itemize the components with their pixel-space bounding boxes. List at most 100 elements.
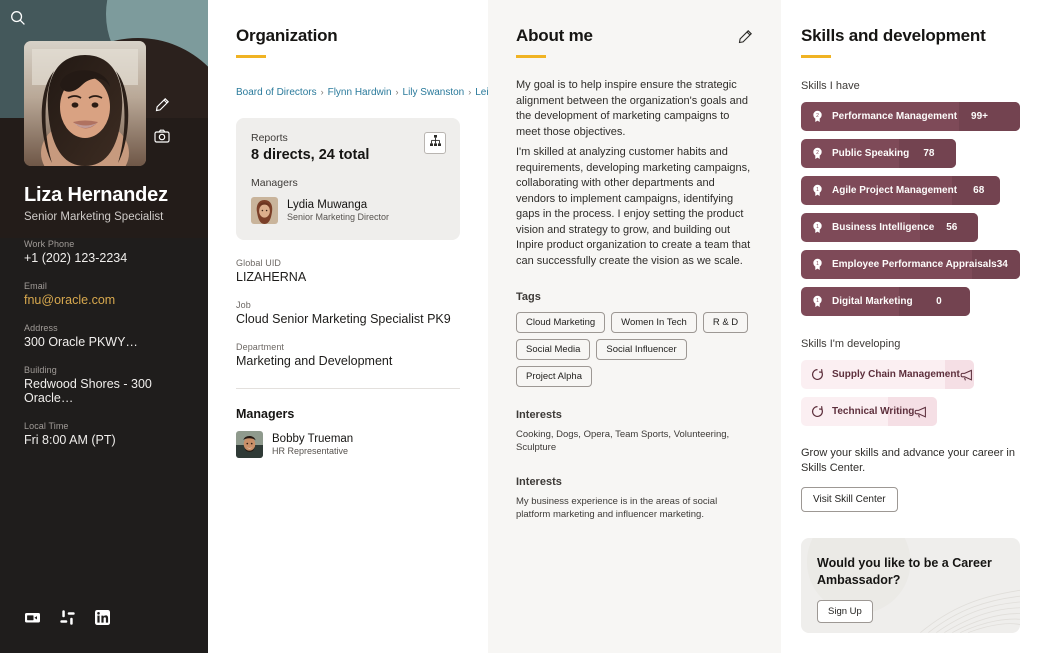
svg-text:1: 1 [816,187,819,193]
tags-label: Tags [516,291,541,303]
skill-count: 68 [973,185,985,196]
tag-list: Cloud Marketing Women In Tech R & D Soci… [516,312,753,387]
svg-text:1: 1 [816,261,819,267]
about-paragraph: I'm skilled at analyzing customer habits… [516,146,751,267]
breadcrumb-item[interactable]: Leisley Muskafa [475,87,488,98]
camera-icon[interactable] [154,128,172,146]
tag[interactable]: Cloud Marketing [516,312,606,333]
about-paragraph: My goal is to help inspire ensure the st… [516,79,749,138]
skill-name: Digital Marketing [832,296,913,307]
developing-skill-name: Supply Chain Management [832,369,960,380]
person-name: Liza Hernandez [24,184,168,206]
skill-pill[interactable]: 1 Employee Performance Appraisals 34 [801,250,1020,279]
tag[interactable]: R & D [702,312,749,333]
about-me-title: About me [516,26,593,45]
profile-page: Liza Hernandez Senior Marketing Speciali… [0,0,1042,653]
skill-pill[interactable]: 1 Business Intelligence 56 [801,213,979,242]
visit-skill-center-button[interactable]: Visit Skill Center [801,487,898,512]
skill-count: 78 [923,148,935,159]
svg-text:1: 1 [816,298,819,304]
manager-role: HR Representative [272,446,349,456]
developing-skill-pill[interactable]: Technical Writing [801,397,937,426]
field-label: Department [236,342,285,352]
award-badge-icon: 1 [811,184,824,197]
reports-label: Reports [251,132,288,144]
skills-title: Skills and development [801,26,986,45]
organization-column: Organization Board of Directors › Flynn Ha… [208,0,488,653]
about-me-column: About me My goal is to help inspire ensu… [488,0,781,653]
avatar[interactable] [24,41,146,166]
skill-pill[interactable]: 2 Performance Management 99+ [801,102,1020,131]
person-job-title: Senior Marketing Specialist [24,211,164,223]
skill-pill[interactable]: 1 Agile Project Management 68 [801,176,1001,205]
field-department: Department Marketing and Development [236,342,460,368]
email-link[interactable]: fnu@oracle.com [24,293,184,307]
breadcrumb: Board of Directors › Flynn Hardwin › Lily Sw… [236,83,488,100]
award-badge-icon: 2 [811,110,824,123]
interests-text: My business experience is in the areas o… [516,496,718,520]
skill-name: Employee Performance Appraisals [832,259,997,270]
reports-value: 8 directs, 24 total [251,147,370,163]
interests-text: Cooking, Dogs, Opera, Team Sports, Volun… [516,429,730,453]
breadcrumb-item[interactable]: Flynn Hardwin [328,87,392,98]
social-links [24,609,111,626]
manager-row[interactable]: Bobby Trueman HR Representative [236,431,460,458]
field-label: Work Phone [24,239,75,249]
megaphone-icon[interactable] [914,405,928,419]
skill-name: Business Intelligence [832,222,935,233]
tag[interactable]: Women In Tech [611,312,697,333]
field-label: Email [24,281,48,291]
svg-text:2: 2 [816,113,819,119]
slack-icon[interactable] [59,609,76,626]
search-button[interactable] [0,0,36,36]
managers-heading: Managers [236,407,295,421]
skill-count: 34 [996,259,1008,270]
skills-i-have-label: Skills I have [801,80,860,92]
career-ambassador-card: Would you like to be a Career Ambassador… [801,538,1020,633]
field-building: Building Redwood Shores - 300 Oracle… [24,365,184,405]
tag[interactable]: Project Alpha [516,366,592,387]
video-meeting-icon[interactable] [24,609,41,626]
field-value: +1 (202) 123-2234 [24,251,128,265]
field-work-phone: Work Phone +1 (202) 123-2234 [24,239,184,265]
in-progress-icon [811,405,824,418]
field-email: Email fnu@oracle.com [24,281,184,307]
org-chart-button[interactable] [424,132,446,154]
manager-row[interactable]: Lydia Muwanga Senior Marketing Director [251,197,445,224]
grow-skills-text: Grow your skills and advance your career… [801,447,1015,474]
chevron-right-icon: › [320,87,324,97]
field-global-uid: Global UID LIZAHERNA [236,258,460,284]
avatar [251,197,278,224]
skill-pill[interactable]: 2 Public Speaking 78 [801,139,957,168]
manager-name: Bobby Trueman [272,433,354,445]
breadcrumb-item[interactable]: Lily Swanston [403,87,465,98]
skill-pill[interactable]: 1 Digital Marketing 0 [801,287,970,316]
developing-skill-pill[interactable]: Supply Chain Management [801,360,974,389]
breadcrumb-item[interactable]: Board of Directors [236,87,317,98]
tag[interactable]: Social Media [516,339,591,360]
title-underline [801,55,831,58]
megaphone-icon[interactable] [960,368,974,382]
skills-column: Skills and development Skills I have 2 P… [781,0,1042,653]
chevron-right-icon: › [468,87,472,97]
field-job: Job Cloud Senior Marketing Specialist PK… [236,300,460,326]
manager-role: Senior Marketing Director [287,212,390,222]
svg-text:1: 1 [816,224,819,230]
skill-count: 0 [936,296,942,307]
award-badge-icon: 1 [811,258,824,271]
sign-up-button[interactable]: Sign Up [817,600,873,623]
field-label: Job [236,300,251,310]
avatar-actions [154,97,172,146]
pencil-icon[interactable] [737,29,753,45]
section-divider [236,388,460,389]
field-value: 300 Oracle PKWY… [24,335,138,349]
interests-label: Interests [516,409,562,421]
pencil-icon[interactable] [154,97,172,115]
linkedin-icon[interactable] [94,609,111,626]
search-icon [10,10,36,26]
avatar-block [24,41,208,166]
interests-label: Interests [516,476,562,488]
field-address: Address 300 Oracle PKWY… [24,323,184,349]
skills-developing-label: Skills I'm developing [801,338,901,350]
tag[interactable]: Social Influencer [596,339,687,360]
